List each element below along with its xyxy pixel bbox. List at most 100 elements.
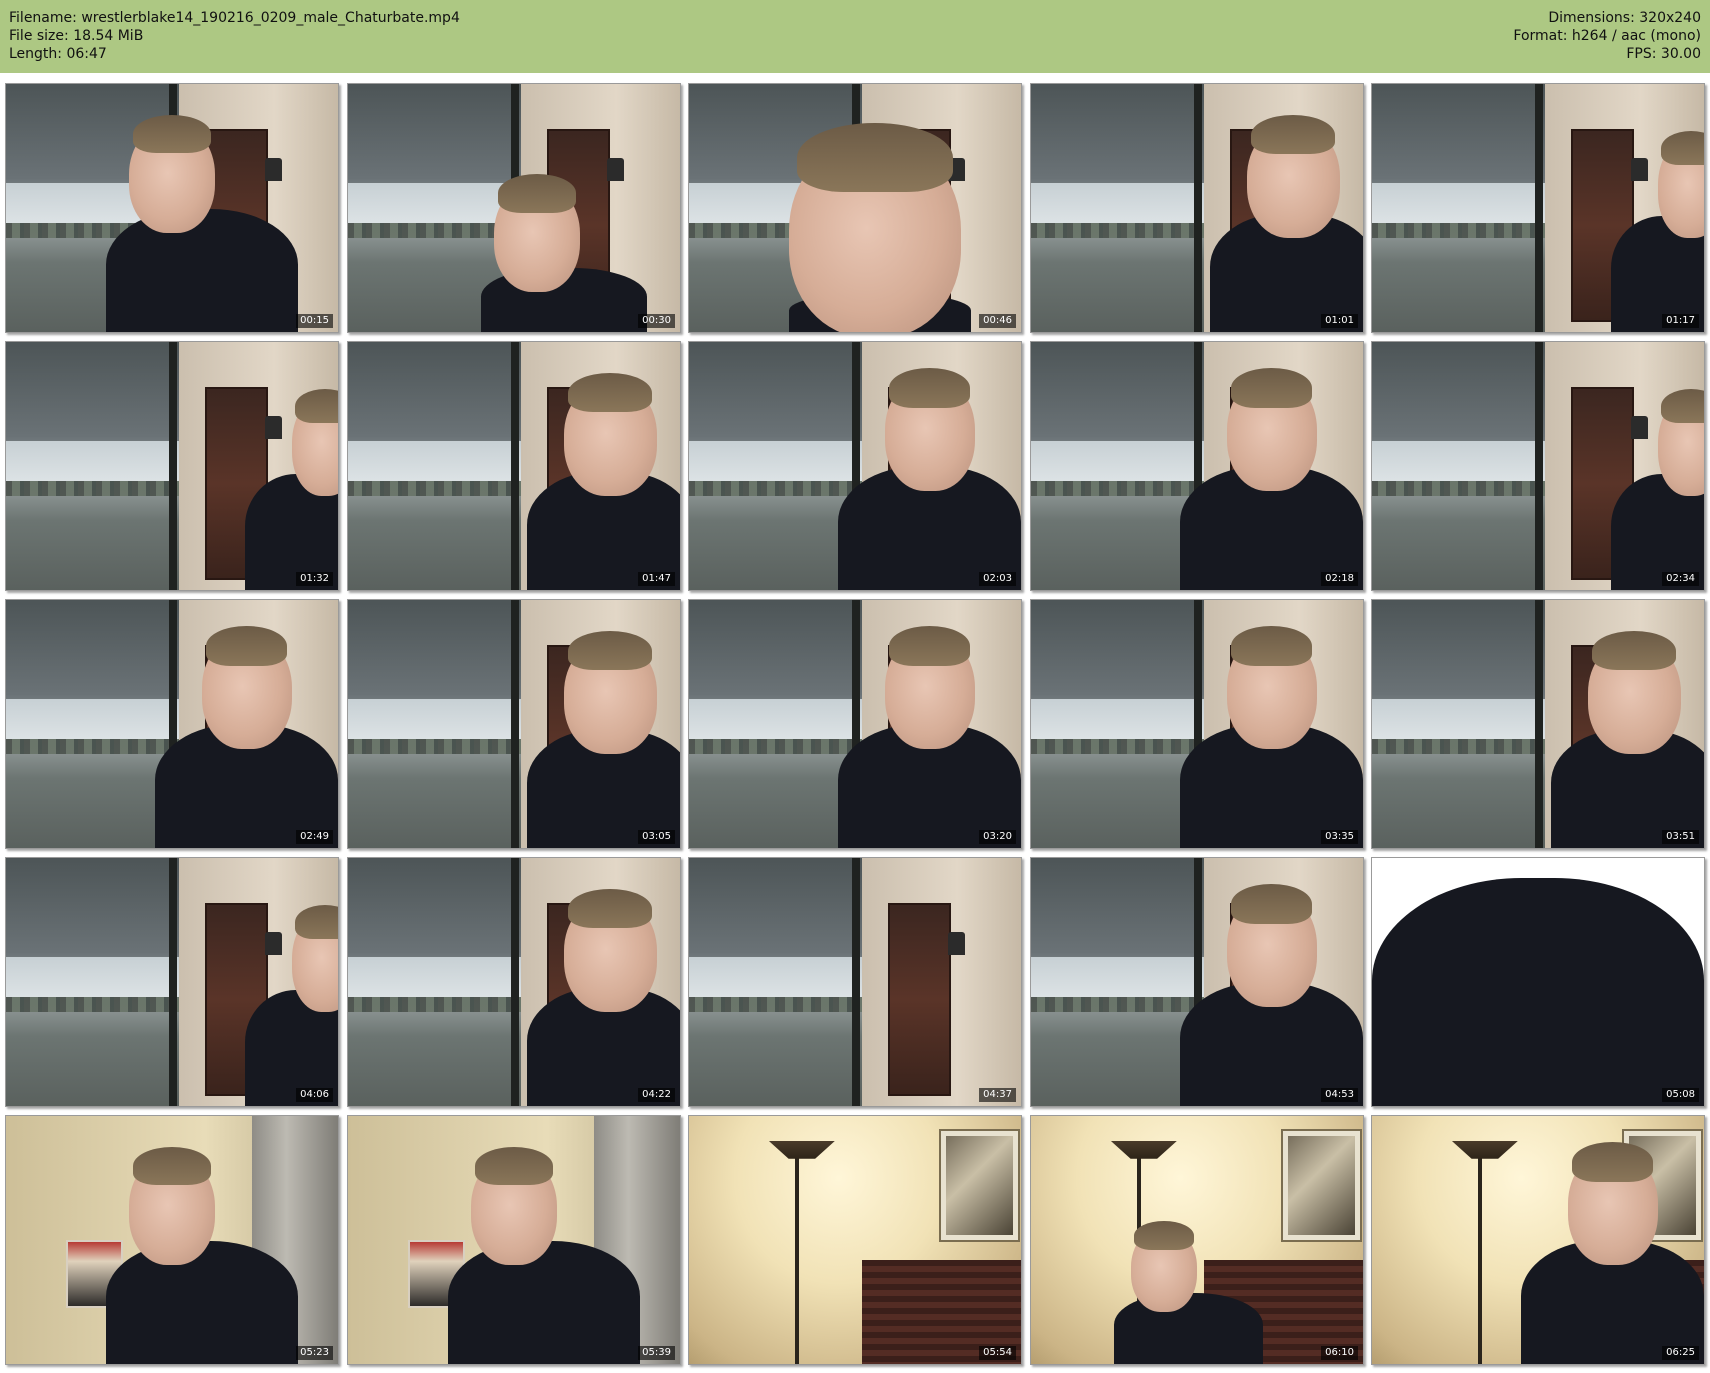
format-line: Format: h264 / aac (mono)	[1513, 27, 1701, 45]
timestamp-label: 04:37	[979, 1088, 1016, 1102]
timestamp-label: 06:25	[1662, 1346, 1699, 1360]
person-hair	[1660, 388, 1704, 424]
frame-scene	[6, 858, 338, 1106]
video-thumbnail[interactable]: 04:22	[347, 857, 681, 1107]
person-figure	[348, 342, 680, 590]
person-hair	[1592, 630, 1677, 671]
person-figure	[348, 84, 680, 332]
person-figure	[1031, 1116, 1363, 1364]
sliding-window	[689, 858, 862, 1106]
person-hair	[475, 1146, 553, 1186]
person-figure	[6, 342, 338, 590]
person-torso	[1372, 877, 1704, 1106]
video-thumbnail[interactable]: 04:06	[5, 857, 339, 1107]
person-hair	[206, 625, 288, 666]
wall-lamp	[947, 932, 965, 955]
length-label: Length:	[9, 46, 63, 62]
person-torso	[447, 1240, 641, 1364]
video-thumbnail[interactable]: 01:17	[1371, 83, 1705, 333]
video-thumbnail[interactable]: 06:25	[1371, 1115, 1705, 1365]
frame-scene	[1372, 1116, 1704, 1364]
timestamp-label: 05:08	[1662, 1088, 1699, 1102]
dimensions-line: Dimensions: 320x240	[1513, 9, 1701, 27]
video-thumbnail[interactable]: 01:47	[347, 341, 681, 591]
frame-scene	[1372, 84, 1704, 332]
timestamp-label: 01:17	[1662, 314, 1699, 328]
person-figure	[1031, 858, 1363, 1106]
filesize-label: File size:	[9, 28, 69, 44]
video-thumbnail[interactable]: 05:23	[5, 1115, 339, 1365]
timestamp-label: 01:47	[638, 572, 675, 586]
video-thumbnail[interactable]: 05:39	[347, 1115, 681, 1365]
frame-scene	[1031, 600, 1363, 848]
person-figure	[689, 342, 1021, 590]
person-hair	[568, 888, 653, 929]
person-hair	[133, 114, 211, 154]
fps-label: FPS:	[1626, 46, 1657, 62]
person-hair	[1660, 130, 1704, 166]
video-thumbnail[interactable]: 02:49	[5, 599, 339, 849]
person-figure	[6, 858, 338, 1106]
person-figure	[689, 600, 1021, 848]
video-thumbnail[interactable]: 01:32	[5, 341, 339, 591]
filename-label: Filename:	[9, 10, 77, 26]
frame-scene	[6, 1116, 338, 1364]
frame-scene	[1031, 342, 1363, 590]
timestamp-label: 02:03	[979, 572, 1016, 586]
info-header: Filename: wrestlerblake14_190216_0209_ma…	[0, 0, 1710, 73]
video-thumbnail[interactable]: 05:08	[1371, 857, 1705, 1107]
person-figure	[348, 1116, 680, 1364]
dimensions-label: Dimensions:	[1548, 10, 1635, 26]
timestamp-label: 04:06	[296, 1088, 333, 1102]
video-thumbnail[interactable]: 02:18	[1030, 341, 1364, 591]
frame-scene	[6, 84, 338, 332]
frame-scene	[1372, 342, 1704, 590]
timestamp-label: 03:05	[638, 830, 675, 844]
frame-scene	[1372, 858, 1704, 1106]
timestamp-label: 01:01	[1321, 314, 1358, 328]
video-thumbnail[interactable]: 05:54	[688, 1115, 1022, 1365]
timestamp-label: 00:46	[979, 314, 1016, 328]
tree-line	[689, 996, 862, 1012]
timestamp-label: 05:23	[296, 1346, 333, 1360]
timestamp-label: 02:49	[296, 830, 333, 844]
person-figure	[1372, 600, 1704, 848]
video-thumbnail[interactable]: 00:30	[347, 83, 681, 333]
person-hair	[889, 625, 971, 666]
filename-value: wrestlerblake14_190216_0209_male_Chaturb…	[81, 10, 460, 26]
timestamp-label: 04:22	[638, 1088, 675, 1102]
video-thumbnail[interactable]: 00:46	[688, 83, 1022, 333]
video-thumbnail[interactable]: 00:15	[5, 83, 339, 333]
person-hair	[1231, 625, 1313, 666]
person-hair	[498, 174, 577, 213]
frame-scene	[348, 1116, 680, 1364]
frame-scene	[689, 858, 1021, 1106]
video-thumbnail[interactable]: 03:35	[1030, 599, 1364, 849]
video-meta: Dimensions: 320x240 Format: h264 / aac (…	[1513, 9, 1701, 63]
frame-scene	[1372, 600, 1704, 848]
person-figure	[1372, 84, 1704, 332]
video-thumbnail[interactable]: 03:20	[688, 599, 1022, 849]
frame-scene	[689, 600, 1021, 848]
person-hair	[294, 904, 338, 940]
timestamp-label: 03:51	[1662, 830, 1699, 844]
dimensions-value: 320x240	[1639, 10, 1701, 26]
person-hair	[568, 372, 653, 413]
window-frame	[851, 858, 860, 1106]
person-figure	[1031, 342, 1363, 590]
person-hair	[797, 122, 953, 193]
person-torso	[105, 208, 299, 332]
video-thumbnail[interactable]: 02:03	[688, 341, 1022, 591]
video-thumbnail[interactable]: 06:10	[1030, 1115, 1364, 1365]
person-figure	[1031, 600, 1363, 848]
video-thumbnail[interactable]: 02:34	[1371, 341, 1705, 591]
video-thumbnail[interactable]: 01:01	[1030, 83, 1364, 333]
video-thumbnail[interactable]: 04:53	[1030, 857, 1364, 1107]
person-figure	[1372, 858, 1704, 1106]
person-hair	[1231, 883, 1313, 924]
filesize-value: 18.54 MiB	[73, 28, 144, 44]
person-figure	[348, 600, 680, 848]
video-thumbnail[interactable]: 03:51	[1371, 599, 1705, 849]
video-thumbnail[interactable]: 04:37	[688, 857, 1022, 1107]
video-thumbnail[interactable]: 03:05	[347, 599, 681, 849]
